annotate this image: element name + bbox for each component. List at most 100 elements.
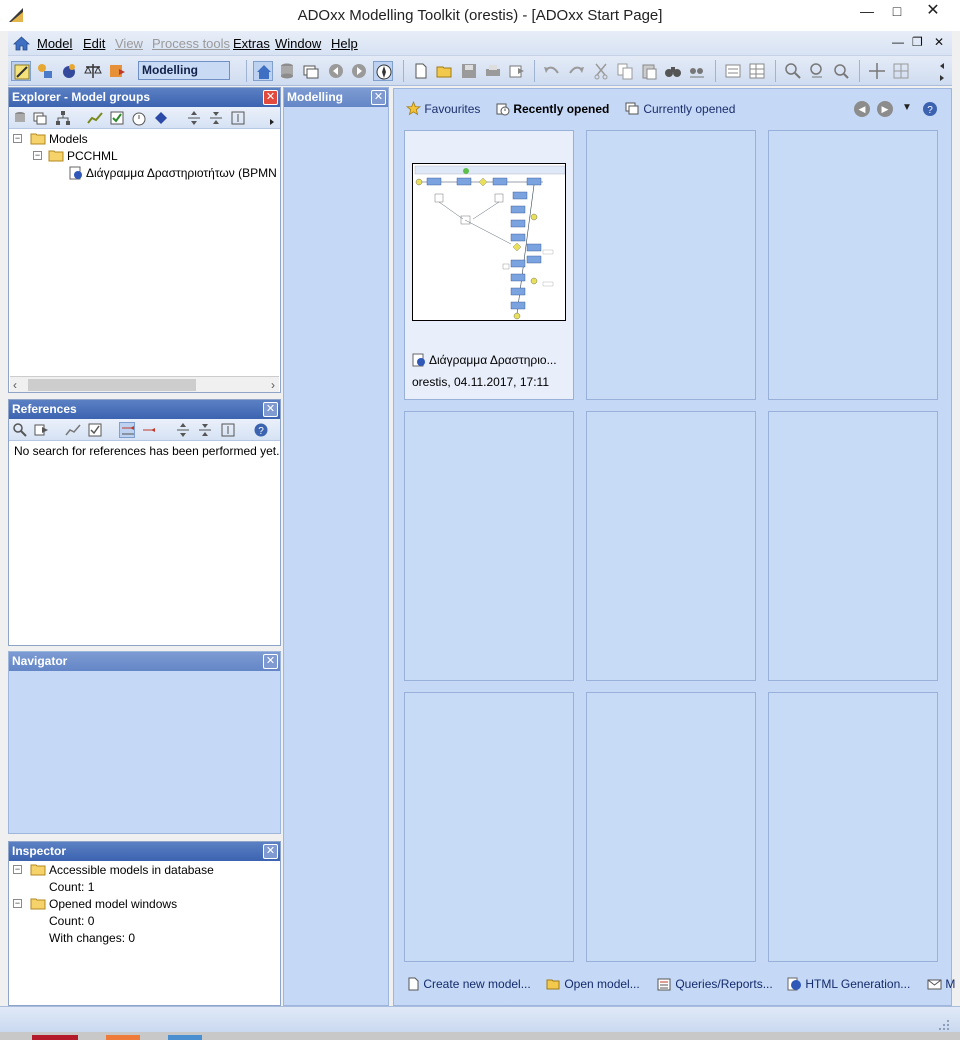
- attributes-button[interactable]: [723, 61, 743, 81]
- references-collapse-button[interactable]: [197, 422, 213, 438]
- copy-button[interactable]: [615, 61, 635, 81]
- compass-button[interactable]: [373, 61, 393, 81]
- navigator-close-button[interactable]: ✕: [263, 654, 278, 669]
- home-icon[interactable]: [13, 35, 30, 52]
- explorer-diamond-button[interactable]: [153, 110, 169, 126]
- mdi-close-button[interactable]: ✕: [934, 35, 944, 49]
- tree-collapse-toggle[interactable]: −: [13, 899, 22, 908]
- mdi-restore-button[interactable]: ❐: [912, 35, 923, 49]
- explorer-close-button[interactable]: ✕: [263, 90, 278, 105]
- references-chart-button[interactable]: [65, 422, 81, 438]
- zoom-in-button[interactable]: [807, 61, 827, 81]
- find-button[interactable]: [663, 61, 683, 81]
- explorer-timer-button[interactable]: [131, 110, 147, 126]
- scrollbar-thumb[interactable]: [28, 379, 196, 391]
- crosshair-icon: [869, 63, 885, 79]
- paste-button[interactable]: [639, 61, 659, 81]
- explorer-fit-button[interactable]: [230, 110, 246, 126]
- references-check-button[interactable]: [87, 422, 103, 438]
- html-generation-link[interactable]: HTML Generation...: [787, 977, 910, 991]
- save-button[interactable]: [459, 61, 479, 81]
- inspector-close-button[interactable]: ✕: [263, 844, 278, 859]
- tree-collapse-toggle[interactable]: −: [33, 151, 42, 160]
- explorer-hierarchy-button[interactable]: [55, 110, 71, 126]
- references-outgoing-button[interactable]: [141, 422, 157, 438]
- export-button[interactable]: [507, 61, 527, 81]
- new-button[interactable]: [411, 61, 431, 81]
- minimize-button[interactable]: —: [850, 0, 884, 24]
- simulation-button[interactable]: [59, 61, 79, 81]
- tab-favourites[interactable]: Favourites: [405, 100, 480, 116]
- table-button[interactable]: [747, 61, 767, 81]
- menu-help[interactable]: Help: [331, 36, 358, 51]
- menu-edit[interactable]: Edit: [83, 36, 105, 51]
- modelling-mode-button[interactable]: [11, 61, 31, 81]
- explorer-toolbar-overflow[interactable]: [265, 110, 275, 126]
- open-button[interactable]: [435, 61, 455, 81]
- replace-button[interactable]: [687, 61, 707, 81]
- taskbar-app-1[interactable]: [32, 1035, 78, 1040]
- references-expand-button[interactable]: [175, 422, 191, 438]
- taskbar-app-2[interactable]: [106, 1035, 140, 1040]
- mdi-minimize-button[interactable]: —: [892, 35, 904, 49]
- back-button[interactable]: [326, 61, 346, 81]
- recent-model-card[interactable]: Διάγραμμα Δραστηριο... orestis, 04.11.20…: [404, 130, 574, 400]
- tree-collapse-toggle[interactable]: −: [13, 134, 22, 143]
- explorer-check-button[interactable]: [109, 110, 125, 126]
- help-icon[interactable]: ?: [922, 101, 938, 117]
- start-page-button[interactable]: [253, 61, 273, 81]
- windows-button[interactable]: [301, 61, 321, 81]
- menu-window[interactable]: Window: [275, 36, 321, 51]
- start-page-back-button[interactable]: ◀: [854, 101, 870, 117]
- explorer-horizontal-scrollbar[interactable]: ‹ ›: [10, 376, 279, 392]
- zoom-out-button[interactable]: [831, 61, 851, 81]
- import-export-button[interactable]: [107, 61, 127, 81]
- close-window-button[interactable]: ✕: [916, 0, 950, 24]
- explorer-db-button[interactable]: [12, 110, 28, 126]
- undo-button[interactable]: [542, 61, 562, 81]
- scroll-left-icon[interactable]: ‹: [13, 378, 17, 392]
- references-help-button[interactable]: ?: [253, 422, 269, 438]
- explorer-windows-button[interactable]: [32, 110, 48, 126]
- menu-extras[interactable]: Extras: [233, 36, 270, 51]
- resize-grip-icon[interactable]: [938, 1019, 950, 1031]
- menu-model[interactable]: Model: [37, 36, 72, 51]
- zoom-button[interactable]: [783, 61, 803, 81]
- start-page-forward-button[interactable]: ▶: [877, 101, 893, 117]
- references-incoming-button[interactable]: [119, 422, 135, 438]
- evaluation-button[interactable]: [83, 61, 103, 81]
- references-fit-button[interactable]: [220, 422, 236, 438]
- taskbar-app-3[interactable]: [168, 1035, 202, 1040]
- forward-button[interactable]: [349, 61, 369, 81]
- modelling-close-button[interactable]: ✕: [371, 90, 386, 105]
- menu-view[interactable]: View: [115, 36, 143, 51]
- menu-process-tools[interactable]: Process tools: [152, 36, 230, 51]
- open-model-link[interactable]: Open model...: [546, 977, 640, 991]
- explorer-expand-button[interactable]: [186, 110, 202, 126]
- create-model-link[interactable]: Create new model...: [406, 977, 531, 991]
- tab-currently-opened[interactable]: Currently opened: [625, 101, 735, 116]
- references-search-button[interactable]: [12, 422, 28, 438]
- references-close-button[interactable]: ✕: [263, 402, 278, 417]
- recent-model-name-row[interactable]: Διάγραμμα Δραστηριο...: [412, 353, 557, 367]
- tree-collapse-toggle[interactable]: −: [13, 865, 22, 874]
- queries-reports-link[interactable]: Queries/Reports...: [657, 977, 773, 991]
- cut-button[interactable]: [591, 61, 611, 81]
- tab-recently-opened[interactable]: Recently opened: [495, 101, 609, 116]
- explorer-collapse-button[interactable]: [208, 110, 224, 126]
- toolbar-overflow-button[interactable]: [932, 61, 946, 81]
- mode-select[interactable]: Modelling: [138, 61, 230, 80]
- crosshair-button[interactable]: [867, 61, 887, 81]
- explorer-chart-button[interactable]: [87, 110, 103, 126]
- more-link[interactable]: M: [927, 977, 955, 991]
- scroll-right-icon[interactable]: ›: [271, 378, 275, 392]
- start-page-dropdown-icon[interactable]: ▼: [902, 102, 912, 113]
- hierarchy-tool-button[interactable]: [35, 61, 55, 81]
- grid-button[interactable]: [891, 61, 911, 81]
- maximize-button[interactable]: □: [880, 0, 914, 24]
- database-button[interactable]: [277, 61, 297, 81]
- tree-node-model[interactable]: Διάγραμμα Δραστηριοτήτων (BPMN: [69, 165, 279, 181]
- references-export-button[interactable]: [33, 422, 49, 438]
- redo-button[interactable]: [566, 61, 586, 81]
- print-button[interactable]: [483, 61, 503, 81]
